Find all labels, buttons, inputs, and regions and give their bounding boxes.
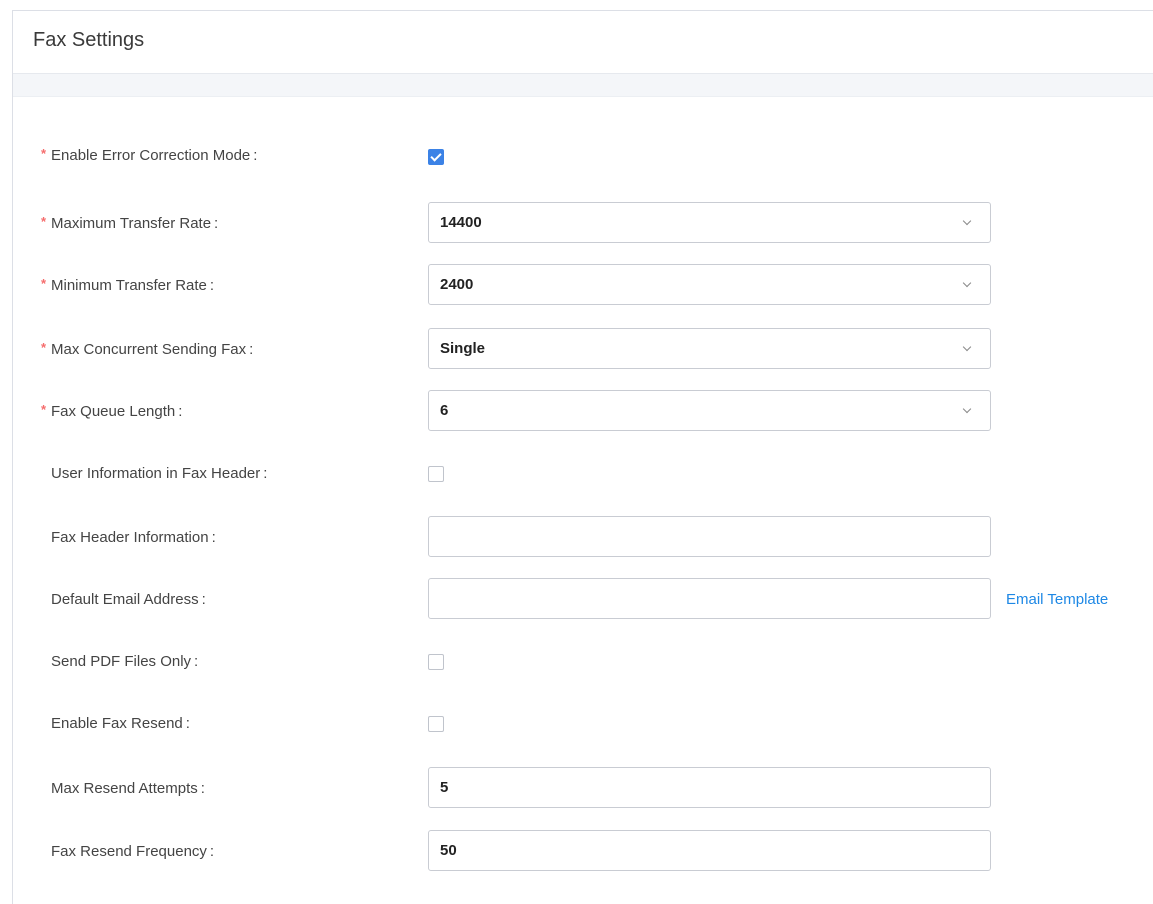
min-rate-value: 2400 (440, 276, 474, 293)
required-marker: * (41, 402, 47, 417)
panel-subheader-strip (13, 74, 1153, 97)
queue-length-select[interactable]: 6 (428, 390, 991, 431)
email-template-link[interactable]: Email Template (1006, 591, 1108, 608)
min-rate-select[interactable]: 2400 (428, 264, 991, 305)
header-info-input[interactable] (428, 516, 991, 557)
max-rate-label: * Maximum Transfer Rate: (41, 214, 219, 232)
max-concurrent-value: Single (440, 340, 486, 357)
header-info-label: Fax Header Information: (51, 529, 216, 546)
ecm-label: * Enable Error Correction Mode: (41, 146, 258, 164)
required-marker: * (41, 276, 47, 291)
default-email-label: Default Email Address: (51, 591, 206, 608)
required-marker: * (41, 146, 47, 161)
chevron-down-icon (962, 342, 972, 352)
chevron-down-icon (962, 216, 972, 226)
user-info-label: User Information in Fax Header: (51, 465, 268, 482)
resend-frequency-input[interactable]: 50 (428, 830, 991, 871)
resend-attempts-input[interactable]: 5 (428, 767, 991, 808)
chevron-down-icon (962, 404, 972, 414)
required-marker: * (41, 214, 47, 229)
ecm-checkbox[interactable] (428, 149, 444, 165)
required-marker: * (41, 340, 47, 355)
user-info-checkbox[interactable] (428, 466, 444, 482)
min-rate-label: * Minimum Transfer Rate: (41, 276, 215, 294)
default-email-input[interactable] (428, 578, 991, 619)
max-concurrent-select[interactable]: Single (428, 328, 991, 369)
chevron-down-icon (962, 278, 972, 288)
max-concurrent-label: * Max Concurrent Sending Fax: (41, 340, 254, 358)
max-rate-value: 14400 (440, 214, 482, 231)
queue-length-value: 6 (440, 402, 449, 419)
queue-length-label: * Fax Queue Length: (41, 402, 183, 420)
panel-title: Fax Settings (13, 11, 1153, 74)
pdf-only-checkbox[interactable] (428, 654, 444, 670)
fax-settings-panel: Fax Settings * Enable Error Correction Mo… (12, 10, 1153, 904)
max-rate-select[interactable]: 14400 (428, 202, 991, 243)
resend-attempts-label: Max Resend Attempts: (51, 780, 205, 797)
resend-label: Enable Fax Resend: (51, 715, 190, 732)
resend-checkbox[interactable] (428, 716, 444, 732)
resend-frequency-label: Fax Resend Frequency: (51, 843, 215, 860)
pdf-only-label: Send PDF Files Only: (51, 653, 199, 670)
